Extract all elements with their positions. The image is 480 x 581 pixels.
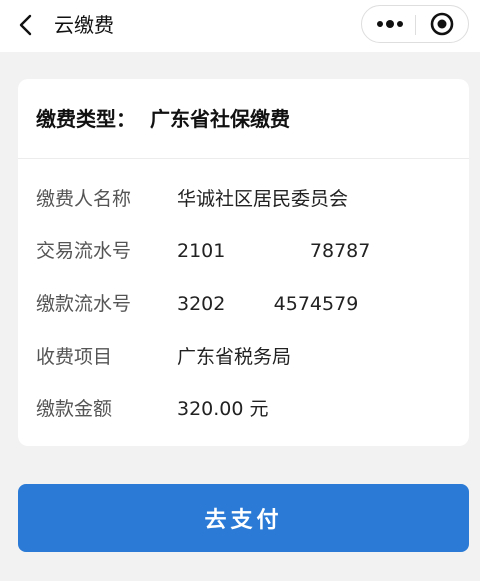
chevron-left-icon <box>19 14 32 36</box>
row-label: 收费项目 <box>36 346 113 368</box>
transaction-number-value: 2101 78787 <box>177 240 371 262</box>
charge-item-row: 收费项目 广东省税务局 <box>36 343 291 371</box>
payment-amount-value: 320.00 元 <box>177 398 269 420</box>
row-label: 缴款流水号 <box>36 293 132 315</box>
payment-info-card: 缴费类型： 广东省社保缴费 缴费人名称 华诚社区居民委员会 交易流水号 2101 … <box>18 79 469 446</box>
capsule-divider <box>415 15 416 35</box>
back-button[interactable] <box>12 11 40 39</box>
pay-button[interactable]: 去支付 <box>18 484 469 552</box>
navigation-bar: 云缴费 <box>0 0 480 52</box>
payment-amount-row: 缴款金额 320.00 元 <box>36 395 269 423</box>
target-circle-icon <box>430 12 454 36</box>
row-label: 缴款金额 <box>36 398 113 420</box>
payer-name-row: 缴费人名称 华诚社区居民委员会 <box>36 185 348 213</box>
payment-type-label: 缴费类型： <box>36 107 136 131</box>
page-title: 云缴费 <box>54 13 114 37</box>
more-dots-icon <box>377 20 403 28</box>
payer-name-value: 华诚社区居民委员会 <box>177 188 349 210</box>
payment-number-row: 缴款流水号 3202 4574579 <box>36 290 358 318</box>
row-label: 交易流水号 <box>36 240 132 262</box>
close-mini-program-button[interactable] <box>420 11 464 37</box>
payment-type-value: 广东省社保缴费 <box>150 107 290 131</box>
payment-type-header: 缴费类型： 广东省社保缴费 <box>18 79 469 159</box>
payment-number-value: 3202 4574579 <box>177 293 359 315</box>
row-label: 缴费人名称 <box>36 188 132 210</box>
more-button[interactable] <box>368 12 412 36</box>
transaction-number-row: 交易流水号 2101 78787 <box>36 237 370 265</box>
mini-program-capsule <box>361 5 469 43</box>
charge-item-value: 广东省税务局 <box>177 346 292 368</box>
